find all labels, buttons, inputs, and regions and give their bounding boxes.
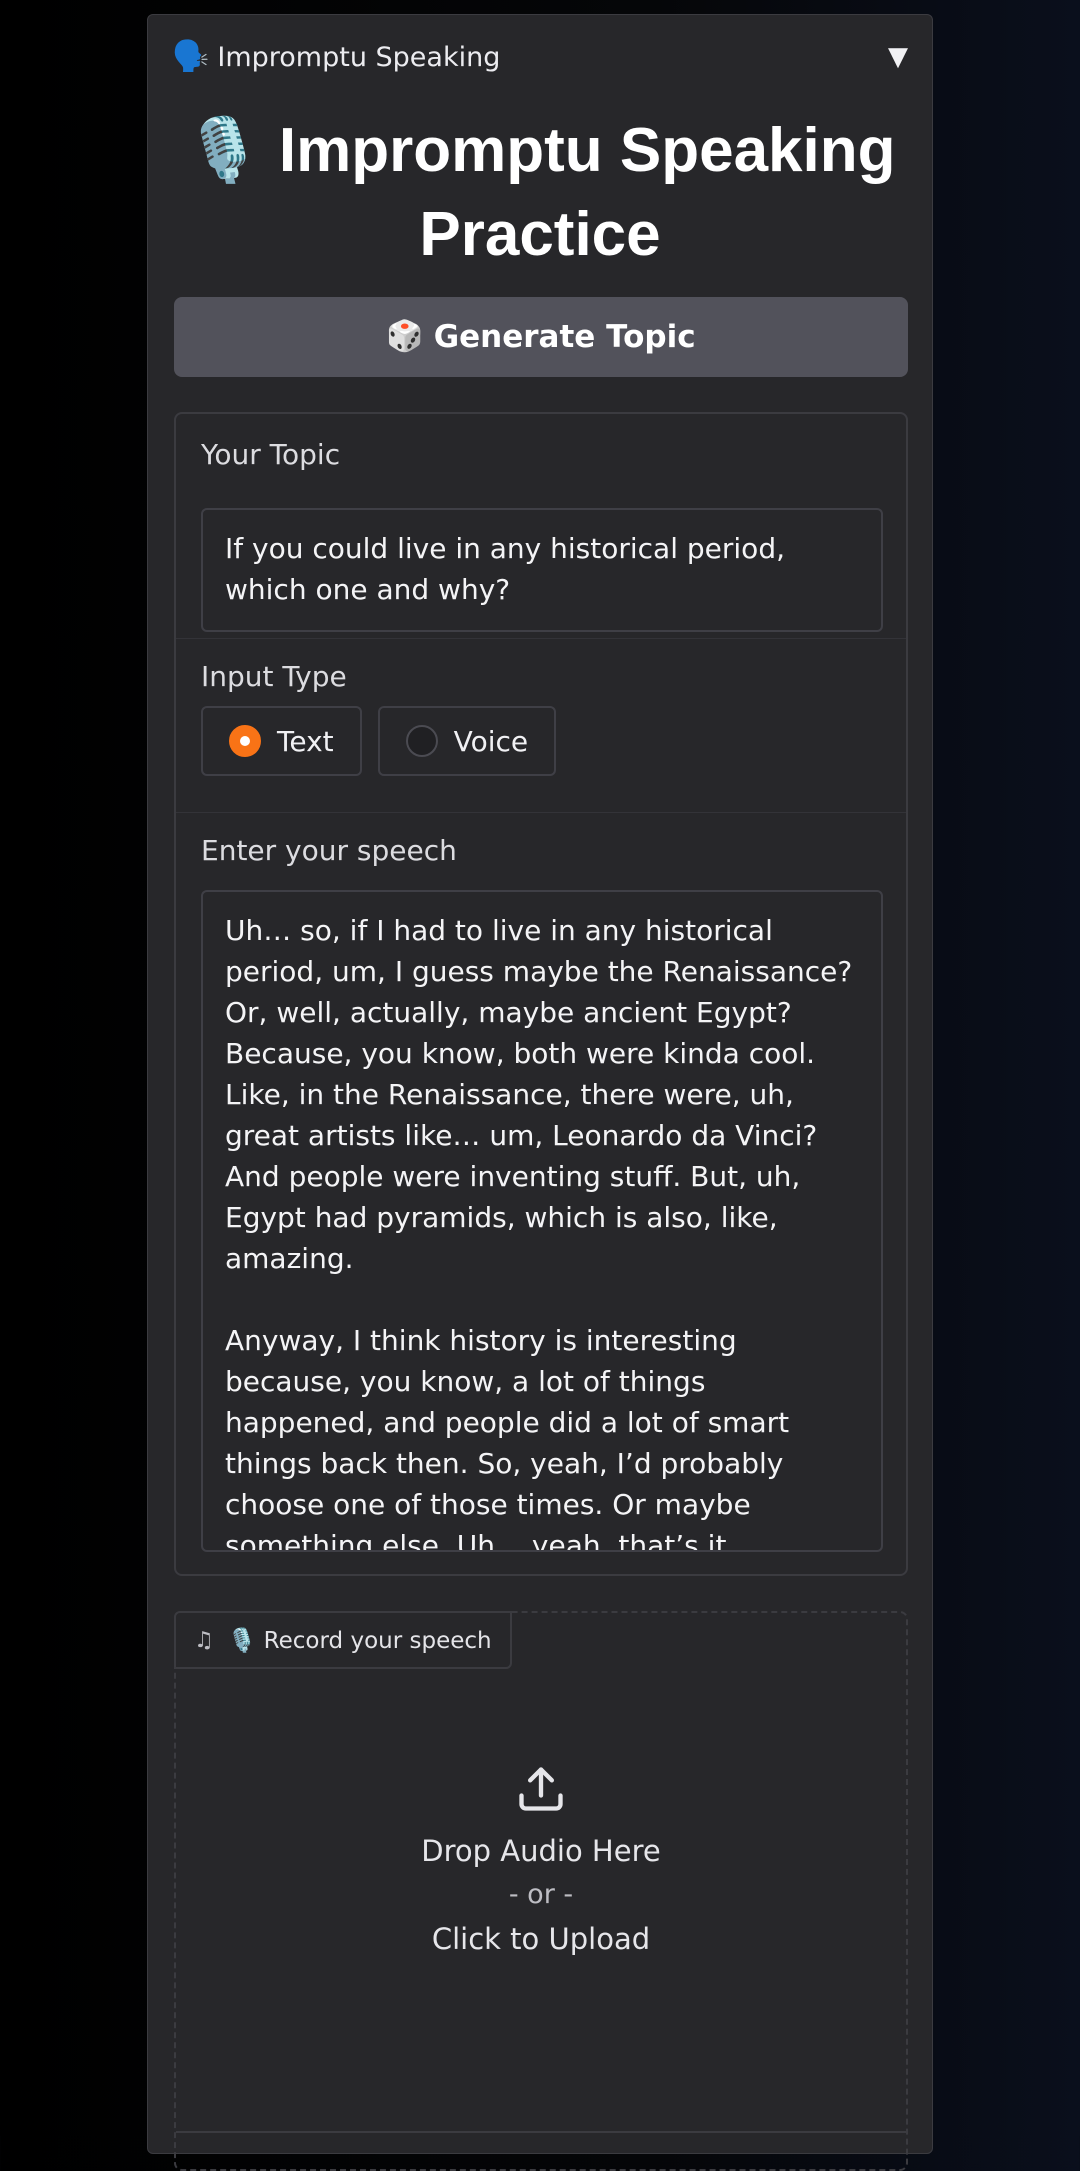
speech-label: Enter your speech	[201, 834, 457, 867]
radio-voice-label: Voice	[453, 724, 529, 758]
radio-voice[interactable]: Voice	[377, 706, 557, 776]
topic-textbox[interactable]: If you could live in any historical peri…	[201, 508, 883, 632]
page-title: 🎙️ Impromptu Speaking Practice	[184, 116, 896, 269]
audio-upload: ♫ 🎙️ Record your speech Drop Audio Here …	[174, 1611, 908, 2171]
speaking-panel: 🗣️ Impromptu Speaking ▼ 🎙️ Impromptu Spe…	[147, 14, 933, 2171]
audio-dropzone[interactable]: Drop Audio Here - or - Click to Upload	[176, 1763, 906, 1961]
generate-topic-label: Generate Topic	[433, 319, 696, 355]
accordion-title-text: Impromptu Speaking	[217, 41, 501, 73]
divider	[176, 2131, 906, 2133]
audio-label: ♫ 🎙️ Record your speech	[174, 1611, 512, 1669]
radio-text-label: Text	[277, 724, 334, 758]
upload-icon	[519, 1767, 563, 1811]
input-type-radio-group: Text Voice	[201, 706, 557, 776]
form-group: Your Topic If you could live in any hist…	[174, 412, 908, 1576]
speaking-head-icon: 🗣️	[172, 39, 210, 74]
music-note-icon: ♫	[194, 1627, 214, 1653]
dice-icon: 🎲	[386, 319, 424, 354]
or-separator: - or -	[508, 1879, 574, 1910]
audio-label-text: 🎙️ Record your speech	[227, 1627, 492, 1654]
drop-audio-text: Drop Audio Here	[421, 1834, 661, 1868]
caret-down-icon[interactable]: ▼	[888, 42, 908, 72]
radio-text[interactable]: Text	[201, 706, 362, 776]
radio-checked-icon	[229, 725, 261, 757]
click-to-upload-text: Click to Upload	[431, 1922, 651, 1956]
speech-block: Enter your speech Uh… so, if I had to li…	[176, 812, 906, 1574]
input-type-block: Input Type Text Voice	[176, 638, 906, 813]
input-type-label: Input Type	[201, 660, 347, 693]
topic-block: Your Topic If you could live in any hist…	[176, 414, 906, 639]
generate-topic-button[interactable]: 🎲 Generate Topic	[174, 297, 908, 377]
speech-textarea[interactable]: Uh… so, if I had to live in any historic…	[201, 890, 883, 1552]
accordion-title: 🗣️ Impromptu Speaking	[172, 42, 500, 73]
accordion-header[interactable]: 🗣️ Impromptu Speaking ▼	[172, 37, 908, 77]
topic-label: Your Topic	[201, 438, 341, 471]
radio-unchecked-icon	[405, 725, 438, 757]
